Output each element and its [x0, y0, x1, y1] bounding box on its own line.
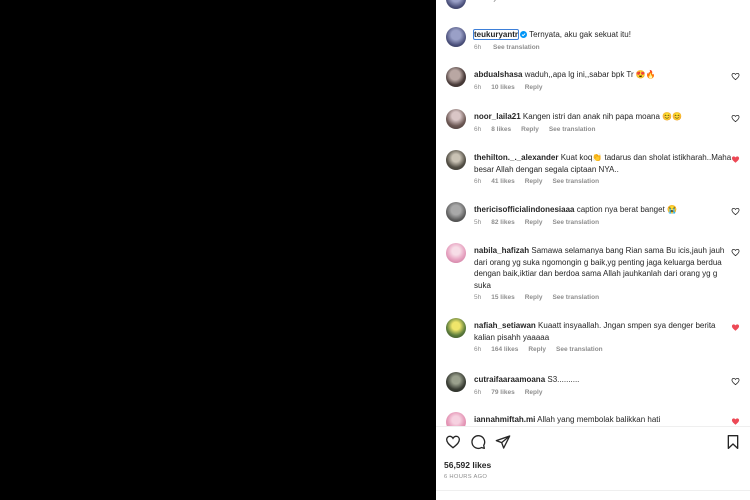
caption-text: Ternyata, aku gak sekuat itu!	[529, 30, 631, 39]
comment-item: noor_laila21 Kangen istri dan anak nih p…	[474, 111, 734, 133]
comment-item: iannahmiftah.mi Allah yang membolak bali…	[474, 414, 734, 426]
comment-time: 5h	[474, 218, 482, 226]
comment-avatar[interactable]	[446, 318, 466, 338]
comment-time: 6h	[474, 83, 482, 91]
comment-item: cutraifaaraamoana S3.......... 6h 79 likes…	[474, 374, 734, 396]
comment-time: 6h	[474, 178, 482, 185]
comment-likes[interactable]: 10 likes	[491, 84, 515, 91]
comment-time: 6h	[474, 346, 482, 353]
likes-count[interactable]: 56,592 likes	[444, 460, 491, 470]
comment-like-heart-icon[interactable]	[731, 72, 740, 81]
comment-username[interactable]: nafiah_setiawan	[474, 321, 536, 330]
comment-username[interactable]: noor_laila21	[474, 112, 521, 121]
comment-username[interactable]: thericisofficialindonesiaaa	[474, 205, 574, 214]
comment-reply-button[interactable]: Reply	[525, 219, 543, 226]
verified-badge-icon	[520, 31, 528, 38]
header-username[interactable]: teukuryantr	[474, 0, 509, 2]
comment-text: waduh,,apa lg ini,,sabar bpk Tr 😍🔥	[524, 70, 656, 79]
comment-see-translation[interactable]: See translation	[552, 294, 599, 301]
comment-avatar[interactable]	[446, 372, 466, 392]
comment-avatar[interactable]	[446, 243, 466, 263]
bookmark-icon[interactable]	[725, 434, 741, 450]
comment-time: 5h	[474, 294, 482, 301]
comment-username[interactable]: iannahmiftah.mi	[474, 415, 535, 424]
header-avatar[interactable]	[446, 0, 466, 9]
comment-avatar[interactable]	[446, 109, 466, 129]
comment-like-heart-icon[interactable]	[731, 114, 740, 123]
comment-text: caption nya berat banget 😭	[576, 205, 677, 214]
comment-like-heart-icon[interactable]	[731, 377, 740, 386]
comment-likes[interactable]: 82 likes	[491, 219, 515, 226]
caption-see-translation[interactable]: See translation	[493, 44, 540, 51]
post-details-panel: teukuryantr teukuryantr Ternyata, aku ga…	[436, 0, 750, 500]
actions-divider	[436, 426, 750, 427]
heart-icon[interactable]	[445, 434, 461, 450]
liked-heart-icon[interactable]	[731, 417, 740, 426]
comment-text: Allah yang membolak balikkan hati	[537, 415, 661, 424]
share-icon[interactable]	[495, 434, 511, 450]
comment-item: thehilton._._alexander Kuat koq👏 tadarus…	[474, 152, 734, 185]
comment-item: nafiah_setiawan Kuaatt insyaallah. Jngan…	[474, 320, 734, 353]
liked-heart-icon[interactable]	[731, 323, 740, 332]
comment-reply-button[interactable]: Reply	[521, 126, 539, 133]
comment-icon[interactable]	[470, 434, 486, 450]
comment-reply-button[interactable]: Reply	[525, 389, 543, 396]
liked-heart-icon[interactable]	[731, 155, 740, 164]
comment-reply-button[interactable]: Reply	[525, 84, 543, 91]
comment-avatar[interactable]	[446, 150, 466, 170]
comment-avatar[interactable]	[446, 202, 466, 222]
caption-username[interactable]: teukuryantr	[472, 29, 520, 40]
comment-likes[interactable]: 8 likes	[491, 126, 511, 133]
caption: teukuryantr Ternyata, aku gak sekuat itu…	[472, 29, 734, 51]
comment-time: 6h	[474, 125, 482, 133]
comment-username[interactable]: cutraifaaraamoana	[474, 375, 545, 384]
caption-time: 6h	[474, 43, 482, 51]
comment-text: S3..........	[547, 375, 580, 384]
comment-item: abdualshasa waduh,,apa lg ini,,sabar bpk…	[474, 69, 734, 91]
comment-username[interactable]: abdualshasa	[474, 70, 522, 79]
comment-item: thericisofficialindonesiaaa caption nya …	[474, 204, 734, 226]
comment-reply-button[interactable]: Reply	[525, 178, 543, 185]
caption-avatar[interactable]	[446, 27, 466, 47]
comment-like-heart-icon[interactable]	[731, 248, 740, 257]
comment-likes[interactable]: 41 likes	[491, 178, 515, 185]
comment-likes[interactable]: 15 likes	[491, 294, 515, 301]
comment-username[interactable]: nabila_hafizah	[474, 246, 529, 255]
posted-ago: 6 HOURS AGO	[444, 474, 488, 480]
comment-see-translation[interactable]: See translation	[556, 346, 603, 353]
bottom-divider	[436, 490, 750, 491]
comment-see-translation[interactable]: See translation	[552, 219, 599, 226]
comment-avatar[interactable]	[446, 67, 466, 87]
comment-time: 6h	[474, 388, 482, 396]
comment-username[interactable]: thehilton._._alexander	[474, 153, 558, 162]
comment-reply-button[interactable]: Reply	[525, 294, 543, 301]
comment-likes[interactable]: 164 likes	[491, 346, 518, 353]
comment-item: nabila_hafizah Samawa selamanya bang Ria…	[474, 245, 734, 301]
post-media	[0, 0, 436, 500]
comment-see-translation[interactable]: See translation	[552, 178, 599, 185]
comment-like-heart-icon[interactable]	[731, 207, 740, 216]
comment-reply-button[interactable]: Reply	[528, 346, 546, 353]
comment-text: Kangen istri dan anak nih papa moana 😊😊	[522, 112, 683, 121]
comment-see-translation[interactable]: See translation	[549, 126, 596, 133]
comment-likes[interactable]: 79 likes	[491, 389, 515, 396]
